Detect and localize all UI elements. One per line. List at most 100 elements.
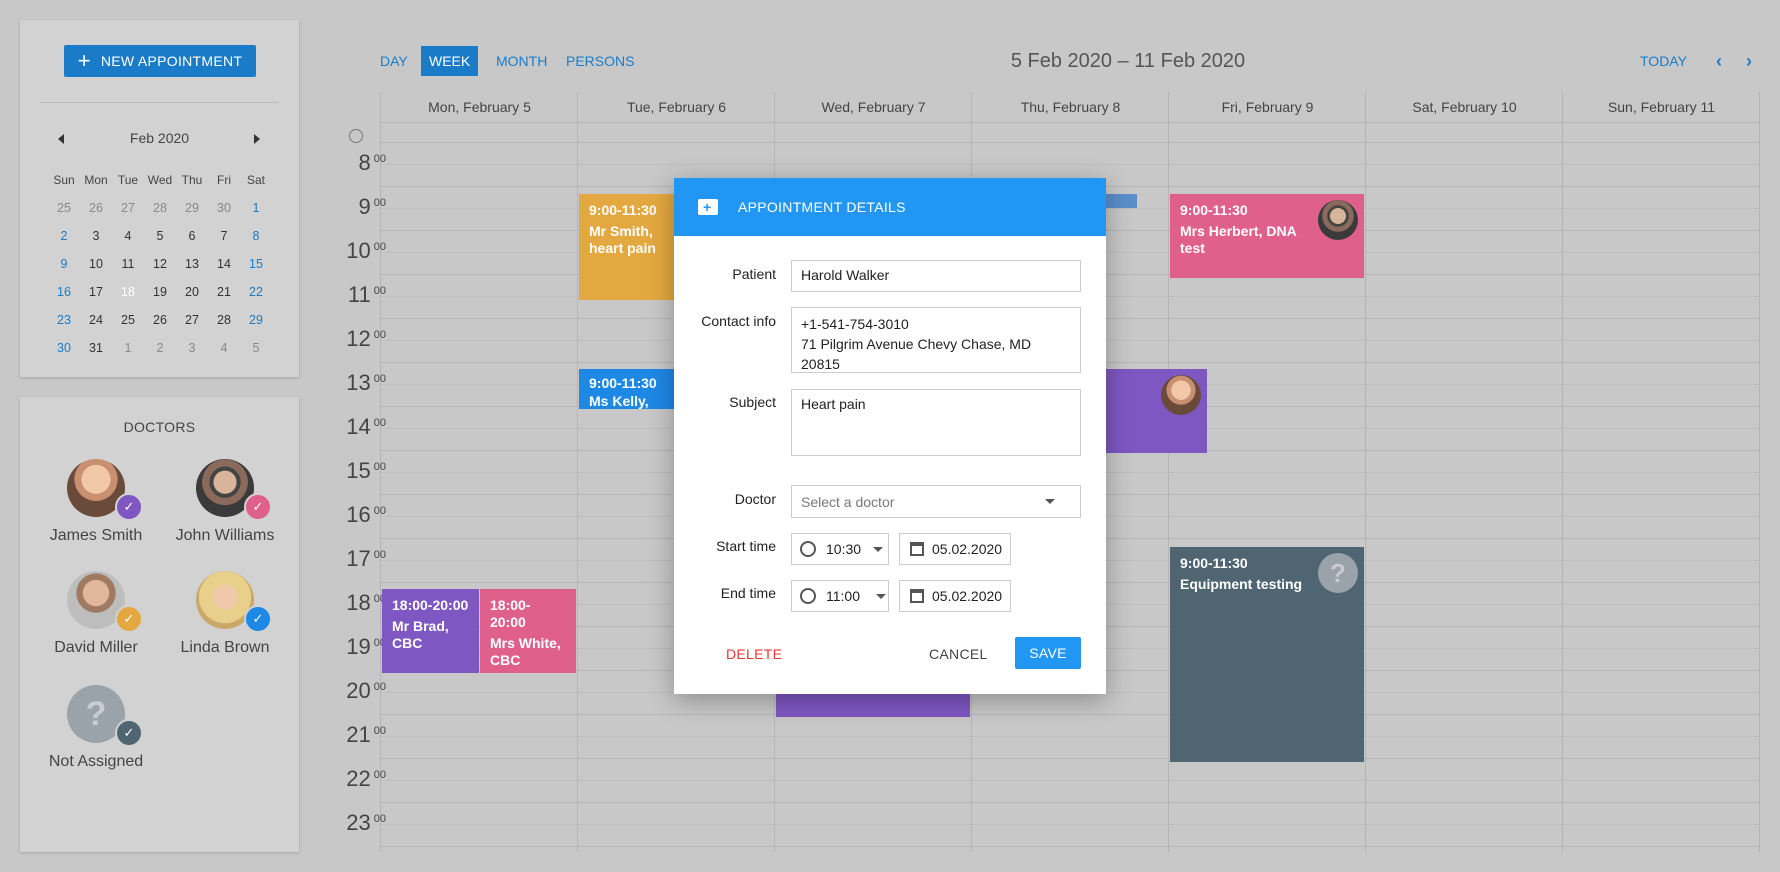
- mini-calendar-day[interactable]: 12: [144, 257, 176, 271]
- avatar: [1318, 200, 1358, 240]
- mini-calendar-day[interactable]: 1: [112, 341, 144, 355]
- mini-calendar-day[interactable]: 11: [112, 257, 144, 271]
- new-appointment-label: NEW APPOINTMENT: [100, 53, 243, 69]
- mini-calendar-day[interactable]: 7: [208, 229, 240, 243]
- mini-calendar-day[interactable]: 6: [176, 229, 208, 243]
- minutes-value: 00: [373, 812, 386, 825]
- tab-month[interactable]: MONTH: [488, 46, 555, 76]
- mini-calendar-day[interactable]: 31: [80, 341, 112, 355]
- mini-calendar-day[interactable]: 14: [208, 257, 240, 271]
- doctor-david-miller[interactable]: ✓ David Miller: [36, 571, 156, 657]
- tab-persons[interactable]: PERSONS: [558, 46, 642, 76]
- doctor-john-williams[interactable]: ✓ John Williams: [165, 459, 285, 545]
- mini-calendar-day[interactable]: 13: [176, 257, 208, 271]
- mini-calendar-day[interactable]: 29: [176, 201, 208, 215]
- appointment[interactable]: 9:00-11:30 Mr Smith, heart pain: [579, 194, 676, 300]
- mini-calendar-day[interactable]: 2: [48, 229, 80, 243]
- end-date-value: 05.02.2020: [932, 588, 1003, 604]
- mini-calendar-day[interactable]: 18: [112, 277, 144, 309]
- mini-calendar-day[interactable]: 28: [208, 313, 240, 327]
- mini-calendar-day[interactable]: 27: [176, 313, 208, 327]
- delete-button[interactable]: DELETE: [726, 646, 782, 662]
- mini-calendar-day[interactable]: 24: [80, 313, 112, 327]
- mini-calendar-day[interactable]: 5: [240, 341, 272, 355]
- cancel-button[interactable]: CANCEL: [929, 646, 988, 662]
- day-header[interactable]: Fri, February 9: [1168, 92, 1366, 122]
- mini-calendar-day[interactable]: 17: [80, 285, 112, 299]
- doctor-james-smith[interactable]: ✓ James Smith: [36, 459, 156, 545]
- tab-day[interactable]: DAY: [372, 46, 416, 76]
- mini-calendar-day[interactable]: 2: [144, 341, 176, 355]
- hour-value: 11: [347, 282, 371, 307]
- appointment[interactable]: 18:00-20:00 Mrs White, CBC: [480, 589, 576, 673]
- weekday-label: Sun: [53, 173, 75, 187]
- doctor-name: James Smith: [49, 527, 143, 544]
- appointment[interactable]: [1106, 194, 1137, 208]
- mini-calendar-day[interactable]: 10: [80, 257, 112, 271]
- save-button[interactable]: SAVE: [1015, 637, 1081, 669]
- mini-calendar-day[interactable]: 28: [144, 201, 176, 215]
- hour-value: 14: [346, 414, 371, 439]
- mini-calendar-day[interactable]: 1: [240, 201, 272, 215]
- mini-calendar-day[interactable]: 30: [48, 341, 80, 355]
- mini-calendar-day[interactable]: 3: [80, 229, 112, 243]
- new-appointment-button[interactable]: + NEW APPOINTMENT: [64, 45, 256, 77]
- appointment[interactable]: 9:00-11:30 Mrs Herbert, DNA test: [1170, 194, 1364, 278]
- day-header[interactable]: Sat, February 10: [1365, 92, 1563, 122]
- start-time-picker[interactable]: 10:30: [791, 533, 889, 565]
- mini-calendar-day[interactable]: 9: [48, 257, 80, 271]
- appointment[interactable]: 9:00-11:30 Ms Kelly, sore throat: [579, 369, 676, 409]
- appointment[interactable]: [776, 692, 970, 717]
- mini-calendar-day[interactable]: 26: [80, 201, 112, 215]
- hour-value: 20: [346, 678, 371, 703]
- mini-calendar-day[interactable]: 8: [240, 229, 272, 243]
- end-date-picker[interactable]: 05.02.2020: [899, 580, 1011, 612]
- mini-calendar-day[interactable]: 26: [144, 313, 176, 327]
- day-header[interactable]: Wed, February 7: [774, 92, 972, 122]
- patient-label: Patient: [732, 266, 776, 282]
- mini-calendar-day[interactable]: 23: [48, 313, 80, 327]
- doctor-linda-brown[interactable]: ✓ Linda Brown: [165, 571, 285, 657]
- hour-value: 13: [346, 370, 371, 395]
- contact-input[interactable]: +1-541-754-3010 71 Pilgrim Avenue Chevy …: [791, 307, 1081, 373]
- today-button[interactable]: TODAY: [1640, 53, 1687, 69]
- patient-input[interactable]: Harold Walker: [791, 260, 1081, 292]
- appointment[interactable]: [1106, 369, 1207, 453]
- day-header[interactable]: Mon, February 5: [380, 92, 578, 122]
- divider: [40, 102, 279, 103]
- mini-calendar-day[interactable]: 25: [112, 313, 144, 327]
- day-header[interactable]: Sun, February 11: [1562, 92, 1760, 122]
- mini-calendar-day[interactable]: 22: [240, 285, 272, 299]
- start-date-picker[interactable]: 05.02.2020: [899, 533, 1011, 565]
- end-time-picker[interactable]: 11:00: [791, 580, 889, 612]
- prev-week-icon[interactable]: ‹: [1716, 51, 1722, 72]
- clock-icon: [800, 541, 816, 557]
- start-time-value: 10:30: [826, 541, 862, 557]
- mini-calendar-day[interactable]: 4: [112, 229, 144, 243]
- appointment[interactable]: ? 9:00-11:30 Equipment testing: [1170, 547, 1364, 762]
- mini-calendar-day[interactable]: 15: [240, 257, 272, 271]
- day-header[interactable]: Thu, February 8: [971, 92, 1169, 122]
- doctor-not-assigned[interactable]: ? ✓ Not Assigned: [36, 685, 156, 771]
- mini-calendar-day[interactable]: 5: [144, 229, 176, 243]
- mini-calendar-day[interactable]: 3: [176, 341, 208, 355]
- mini-calendar-day[interactable]: 30: [208, 201, 240, 215]
- mini-calendar-day[interactable]: 20: [176, 285, 208, 299]
- doctor-select[interactable]: Select a doctor: [791, 485, 1081, 518]
- tab-week[interactable]: WEEK: [421, 46, 479, 76]
- mini-calendar-day[interactable]: 4: [208, 341, 240, 355]
- chevron-down-icon: [1045, 499, 1055, 504]
- next-month-icon[interactable]: [254, 134, 260, 144]
- minutes-value: 00: [373, 768, 386, 781]
- subject-input[interactable]: Heart pain: [791, 389, 1081, 456]
- mini-calendar-day[interactable]: 27: [112, 201, 144, 215]
- next-week-icon[interactable]: ›: [1746, 51, 1752, 72]
- mini-calendar-day[interactable]: 25: [48, 201, 80, 215]
- appointment[interactable]: 18:00-20:00 Mr Brad, CBC: [382, 589, 479, 673]
- mini-calendar-day[interactable]: 16: [48, 285, 80, 299]
- day-header[interactable]: Tue, February 6: [577, 92, 775, 122]
- mini-calendar-day[interactable]: 21: [208, 285, 240, 299]
- mini-calendar-day[interactable]: 29: [240, 313, 272, 327]
- mini-calendar-day[interactable]: 19: [144, 285, 176, 299]
- minutes-value: 00: [373, 284, 386, 297]
